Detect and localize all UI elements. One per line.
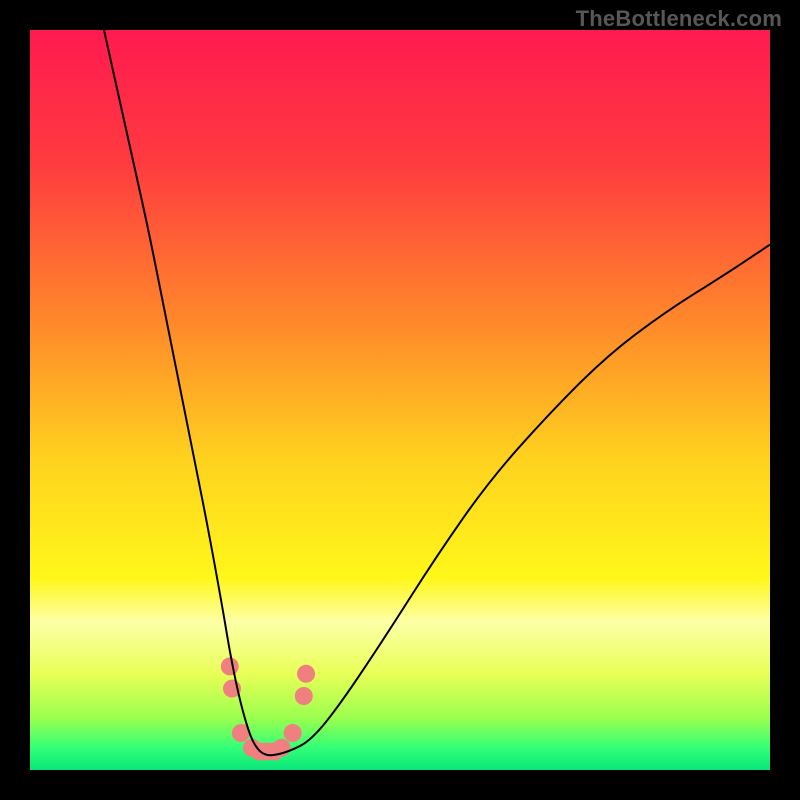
- marker-dot: [295, 687, 313, 705]
- plot-area: [30, 30, 770, 770]
- marker-dot: [284, 724, 302, 742]
- watermark-text: TheBottleneck.com: [576, 6, 782, 32]
- curve-layer: [30, 30, 770, 770]
- bottleneck-curve: [104, 30, 770, 755]
- marker-dot: [297, 665, 315, 683]
- chart-frame: TheBottleneck.com: [0, 0, 800, 800]
- marker-dot: [221, 657, 239, 675]
